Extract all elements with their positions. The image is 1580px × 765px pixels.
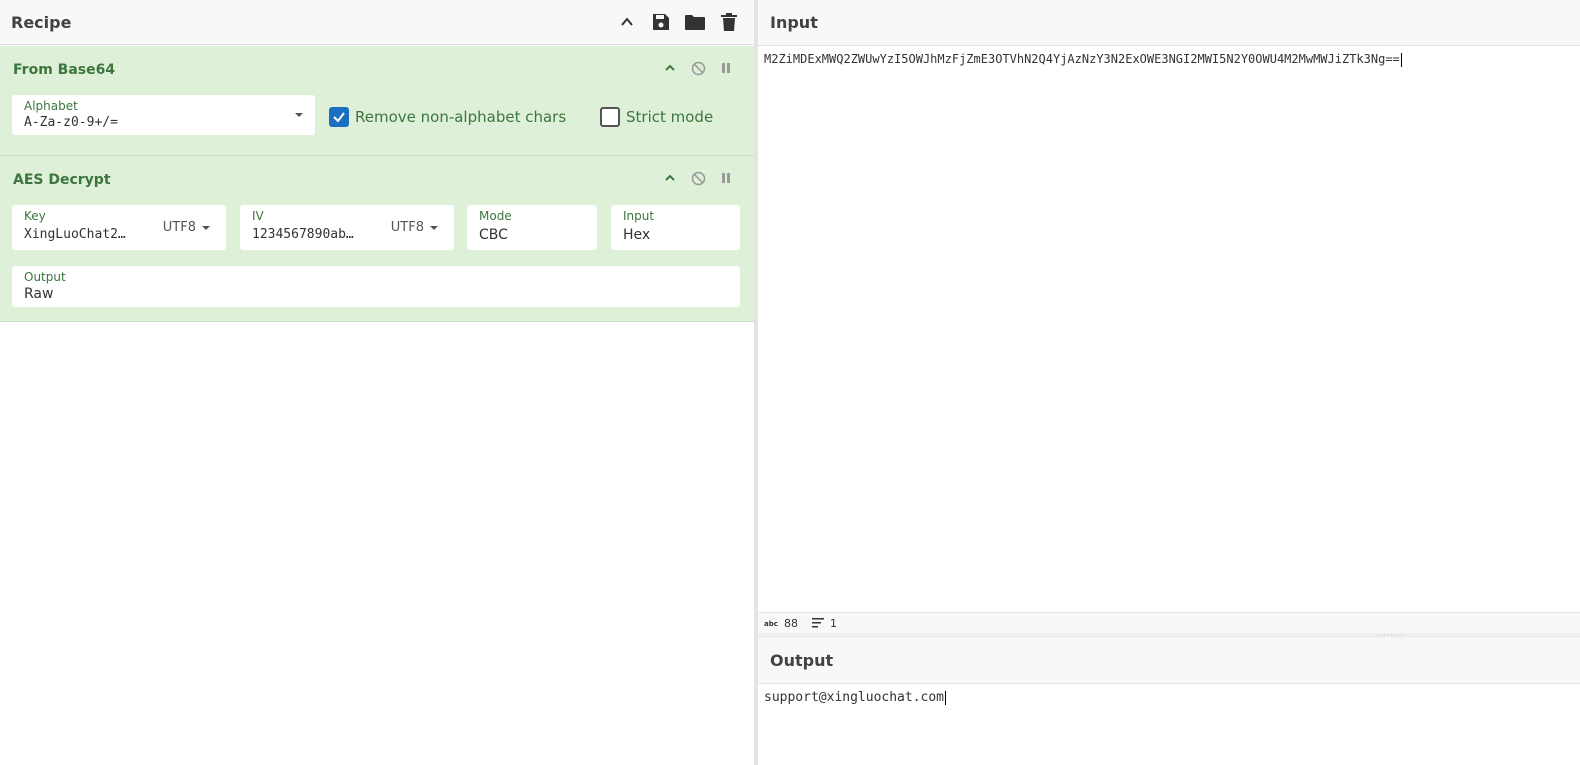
input-format-value: Hex <box>623 227 651 243</box>
breakpoint-button[interactable] <box>718 60 734 76</box>
operation-controls <box>662 60 734 76</box>
key-encoding-value: UTF8 <box>162 220 196 235</box>
operation-aes-decrypt: AES Decrypt Key XingLuoChat2… UTF8 IV 12… <box>0 156 754 322</box>
disable-icon <box>691 61 705 75</box>
breakpoint-button[interactable] <box>718 170 734 186</box>
collapse-operation-button[interactable] <box>662 170 678 186</box>
output-title: Output <box>770 651 834 670</box>
output-format-value: Raw <box>24 286 54 302</box>
output-header: Output <box>758 638 1580 684</box>
recipe-toolbar <box>616 11 740 33</box>
input-format-select[interactable]: Input Hex <box>611 205 740 250</box>
chevron-down-icon <box>202 225 210 230</box>
operation-title: From Base64 <box>13 62 116 78</box>
lines-status: 1 <box>812 617 837 630</box>
text-cursor <box>945 690 947 705</box>
folder-icon <box>685 14 705 30</box>
recipe-title: Recipe <box>11 12 72 32</box>
key-encoding-dropdown[interactable]: UTF8 <box>163 220 210 235</box>
chevron-up-icon <box>665 174 675 181</box>
operation-title: AES Decrypt <box>13 172 111 188</box>
save-recipe-button[interactable] <box>650 11 672 33</box>
chevron-up-icon <box>621 17 633 26</box>
cyberchef-app: Recipe From Base64 Alphabet A-Za-z0-9+/=… <box>0 0 1580 765</box>
input-header: Input <box>758 0 1580 46</box>
abc-icon: abc <box>764 620 778 627</box>
iv-encoding-value: UTF8 <box>390 220 424 235</box>
key-label: Key <box>24 209 46 223</box>
checkbox-unchecked-icon <box>600 107 620 127</box>
output-format-select[interactable]: Output Raw <box>12 266 740 307</box>
svg-text:abc: abc <box>764 620 778 627</box>
iv-encoding-dropdown[interactable]: UTF8 <box>391 220 438 235</box>
trash-icon <box>721 13 737 31</box>
input-text: M2ZiMDExMWQ2ZWUwYzI5OWJhMzFjZmE3OTVhN2Q4… <box>764 52 1400 66</box>
save-icon <box>653 14 669 30</box>
output-format-label: Output <box>24 270 66 284</box>
length-value: 88 <box>784 616 798 630</box>
mode-value: CBC <box>479 227 508 243</box>
pause-icon <box>722 173 730 183</box>
collapse-operation-button[interactable] <box>662 60 678 76</box>
pause-icon <box>722 63 730 73</box>
mode-select[interactable]: Mode CBC <box>467 205 597 250</box>
length-status: abc 88 <box>764 617 798 630</box>
iv-value: 1234567890ab… <box>252 227 354 242</box>
alphabet-label: Alphabet <box>24 99 78 113</box>
strict-mode-checkbox[interactable]: Strict mode <box>600 107 713 127</box>
disable-icon <box>691 171 705 185</box>
text-cursor <box>1400 52 1402 67</box>
input-format-label: Input <box>623 209 655 223</box>
disable-operation-button[interactable] <box>690 170 706 186</box>
input-pane: Input M2ZiMDExMWQ2ZWUwYzI5OWJhMzFjZmE3OT… <box>758 0 1580 633</box>
operation-from-base64: From Base64 Alphabet A-Za-z0-9+/= Remove… <box>0 46 754 156</box>
load-recipe-button[interactable] <box>684 11 706 33</box>
disable-operation-button[interactable] <box>690 60 706 76</box>
input-textarea[interactable]: M2ZiMDExMWQ2ZWUwYzI5OWJhMzFjZmE3OTVhN2Q4… <box>764 52 1402 67</box>
clear-recipe-button[interactable] <box>718 11 740 33</box>
collapse-all-button[interactable] <box>616 11 638 33</box>
remove-non-alphabet-checkbox[interactable]: Remove non-alphabet chars <box>329 107 566 127</box>
mode-label: Mode <box>479 209 512 223</box>
output-textarea[interactable]: support@xingluochat.com <box>764 690 947 705</box>
checkbox-checked-icon <box>329 107 349 127</box>
output-pane: Output support@xingluochat.com <box>758 638 1580 765</box>
remove-non-alphabet-label: Remove non-alphabet chars <box>355 108 567 126</box>
lines-icon <box>812 618 824 628</box>
key-field[interactable]: Key XingLuoChat2… UTF8 <box>12 205 226 250</box>
chevron-down-icon <box>430 225 438 230</box>
key-value: XingLuoChat2… <box>24 227 126 242</box>
strict-mode-label: Strict mode <box>626 108 714 126</box>
output-text: support@xingluochat.com <box>764 690 945 705</box>
input-status-bar: abc 88 1 <box>758 612 1580 633</box>
recipe-pane: Recipe From Base64 Alphabet A-Za-z0-9+/=… <box>0 0 754 765</box>
input-title: Input <box>770 13 818 32</box>
chevron-down-icon <box>295 113 303 117</box>
chevron-up-icon <box>665 64 675 71</box>
iv-field[interactable]: IV 1234567890ab… UTF8 <box>240 205 454 250</box>
alphabet-value: A-Za-z0-9+/= <box>24 115 118 130</box>
operation-controls <box>662 170 734 186</box>
alphabet-select[interactable]: Alphabet A-Za-z0-9+/= <box>12 95 315 135</box>
iv-label: IV <box>252 209 264 223</box>
lines-value: 1 <box>830 616 837 630</box>
